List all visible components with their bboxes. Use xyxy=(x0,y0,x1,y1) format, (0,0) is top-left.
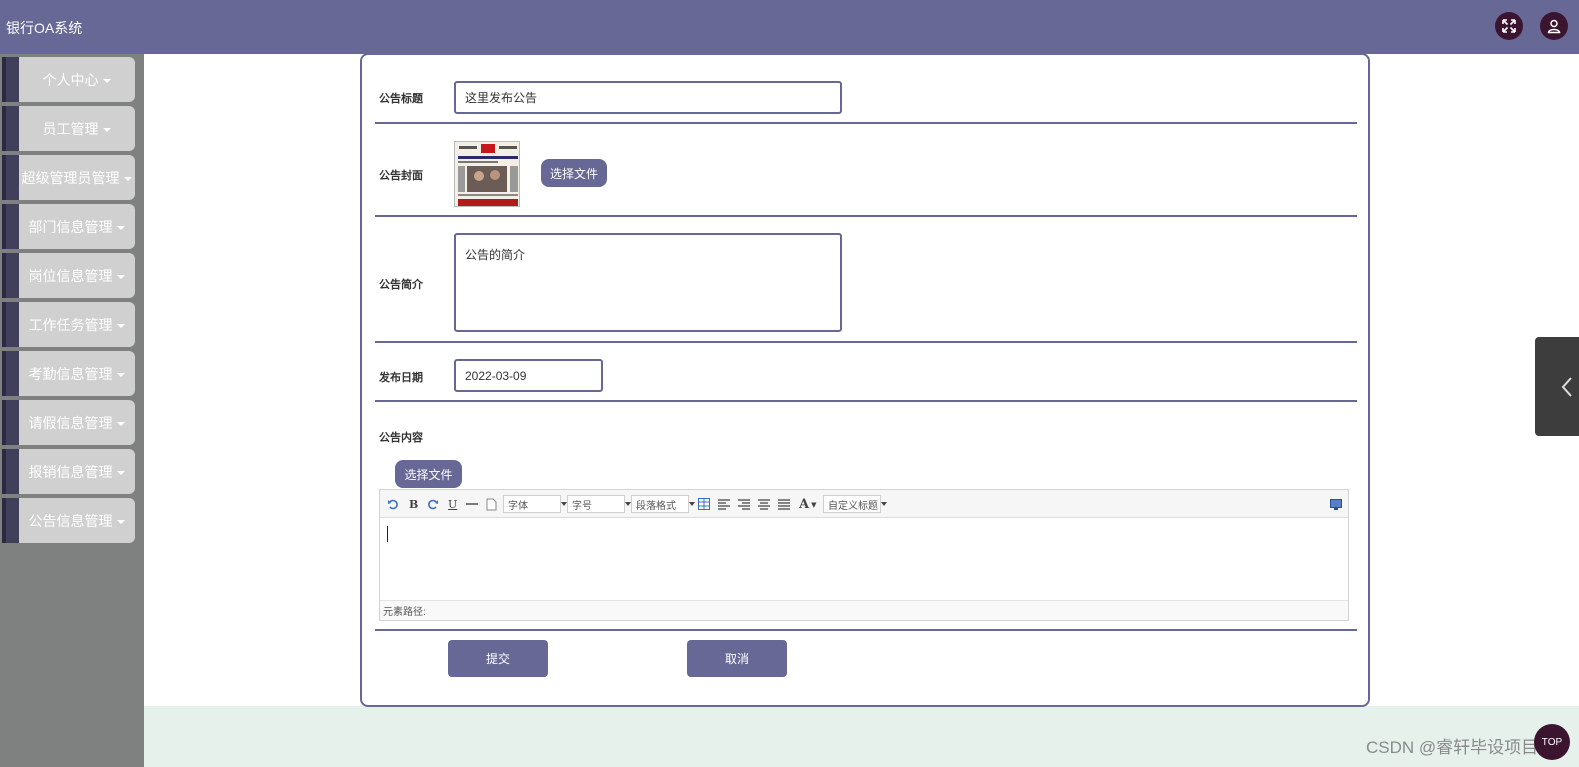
font-family-select[interactable]: 字体 xyxy=(503,495,567,513)
document-icon[interactable] xyxy=(486,496,497,512)
sidebar-item-position[interactable]: 岗位信息管理 xyxy=(2,253,135,298)
watermark-text: CSDN @睿轩毕设项目 xyxy=(1366,738,1539,757)
content-choose-file-button[interactable]: 选择文件 xyxy=(395,460,462,488)
cover-choose-file-button[interactable]: 选择文件 xyxy=(541,159,607,187)
custom-heading-select[interactable]: 自定义标题 xyxy=(823,495,887,513)
sidebar-item-leave[interactable]: 请假信息管理 xyxy=(2,400,135,445)
sidebar-item-label: 部门信息管理 xyxy=(28,218,113,235)
content-label: 公告内容 xyxy=(379,432,423,444)
sidebar-item-label: 个人中心 xyxy=(42,71,99,88)
font-size-select[interactable]: 字号 xyxy=(567,495,631,513)
sidebar-item-label: 岗位信息管理 xyxy=(28,267,113,284)
sidebar-item-label: 工作任务管理 xyxy=(28,316,113,333)
chevron-left-icon xyxy=(1561,376,1572,397)
align-center-icon[interactable] xyxy=(758,496,770,512)
user-button[interactable] xyxy=(1540,12,1568,40)
caret-down-icon xyxy=(102,127,111,132)
bold-icon[interactable]: B xyxy=(409,496,418,512)
sidebar-item-department[interactable]: 部门信息管理 xyxy=(2,204,135,249)
newspaper-thumbnail-icon xyxy=(455,142,519,206)
element-path-bar: 元素路径: xyxy=(380,600,1348,620)
cancel-button[interactable]: 取消 xyxy=(687,640,787,677)
footer-band xyxy=(144,706,1579,767)
sidebar-item-super-admin[interactable]: 超级管理员管理 xyxy=(2,155,135,200)
sidebar: 个人中心 员工管理 超级管理员管理 部门信息管理 岗位信息管理 工作任务管理 考… xyxy=(0,54,144,767)
divider xyxy=(375,341,1357,343)
sidebar-item-label: 报销信息管理 xyxy=(28,463,113,480)
underline-icon[interactable]: U xyxy=(448,496,457,512)
app-title: 银行OA系统 xyxy=(6,20,83,36)
divider xyxy=(375,215,1357,217)
sidebar-item-task[interactable]: 工作任务管理 xyxy=(2,302,135,347)
title-label: 公告标题 xyxy=(379,93,423,105)
undo-icon[interactable] xyxy=(387,496,399,512)
sidebar-item-personal-center[interactable]: 个人中心 xyxy=(2,57,135,102)
rich-text-editor: B U 字体 字号 段落格式 A ▼ 自定义标题 元素路径: xyxy=(379,489,1349,621)
intro-textarea[interactable]: 公告的简介 xyxy=(454,233,842,332)
text-cursor xyxy=(387,526,388,542)
dropdown-arrow-icon xyxy=(689,502,695,506)
table-icon[interactable] xyxy=(698,496,710,512)
editor-toolbar: B U 字体 字号 段落格式 A ▼ 自定义标题 xyxy=(380,490,1348,518)
align-justify-icon[interactable] xyxy=(778,496,790,512)
caret-down-icon xyxy=(116,323,125,328)
sidebar-item-label: 考勤信息管理 xyxy=(28,365,113,382)
font-color-icon[interactable]: A ▼ xyxy=(799,496,816,512)
cover-label: 公告封面 xyxy=(379,170,423,182)
divider xyxy=(375,629,1357,631)
announcement-form: 公告标题 这里发布公告 公告封面 选择文件 公告简介 公告的简介 发布日期 20… xyxy=(360,53,1370,707)
caret-down-icon xyxy=(116,519,125,524)
side-panel-toggle[interactable] xyxy=(1535,337,1579,436)
date-label: 发布日期 xyxy=(379,372,423,384)
sidebar-item-reimbursement[interactable]: 报销信息管理 xyxy=(2,449,135,494)
sidebar-item-label: 公告信息管理 xyxy=(28,512,113,529)
paragraph-format-select[interactable]: 段落格式 xyxy=(631,495,695,513)
horizontal-rule-icon[interactable] xyxy=(466,496,478,512)
caret-down-icon xyxy=(116,225,125,230)
cover-image xyxy=(454,141,520,207)
date-input[interactable]: 2022-03-09 xyxy=(454,359,603,392)
submit-button[interactable]: 提交 xyxy=(448,640,548,677)
sidebar-item-employee[interactable]: 员工管理 xyxy=(2,106,135,151)
intro-label: 公告简介 xyxy=(379,279,423,291)
fullscreen-button[interactable] xyxy=(1495,12,1523,40)
align-left-icon[interactable] xyxy=(718,496,730,512)
sidebar-item-label: 超级管理员管理 xyxy=(21,169,120,186)
divider xyxy=(375,122,1357,124)
sidebar-item-label: 员工管理 xyxy=(42,120,99,137)
title-input[interactable]: 这里发布公告 xyxy=(454,81,842,114)
caret-down-icon xyxy=(116,421,125,426)
caret-down-icon xyxy=(116,274,125,279)
caret-down-icon xyxy=(116,470,125,475)
editor-content-area[interactable] xyxy=(380,518,1348,600)
user-icon xyxy=(1547,19,1561,34)
dropdown-arrow-icon xyxy=(881,502,887,506)
align-right-icon[interactable] xyxy=(738,496,750,512)
sidebar-item-label: 请假信息管理 xyxy=(28,414,113,431)
top-header: 银行OA系统 xyxy=(0,0,1579,54)
fullscreen-editor-icon[interactable] xyxy=(1330,496,1342,512)
redo-icon[interactable] xyxy=(427,496,439,512)
caret-down-icon xyxy=(116,372,125,377)
divider xyxy=(375,400,1357,402)
fullscreen-icon xyxy=(1502,19,1516,33)
caret-down-icon xyxy=(102,78,111,83)
sidebar-item-attendance[interactable]: 考勤信息管理 xyxy=(2,351,135,396)
sidebar-item-announcement[interactable]: 公告信息管理 xyxy=(2,498,135,543)
back-to-top-button[interactable]: TOP xyxy=(1534,724,1570,760)
caret-down-icon xyxy=(123,176,132,181)
